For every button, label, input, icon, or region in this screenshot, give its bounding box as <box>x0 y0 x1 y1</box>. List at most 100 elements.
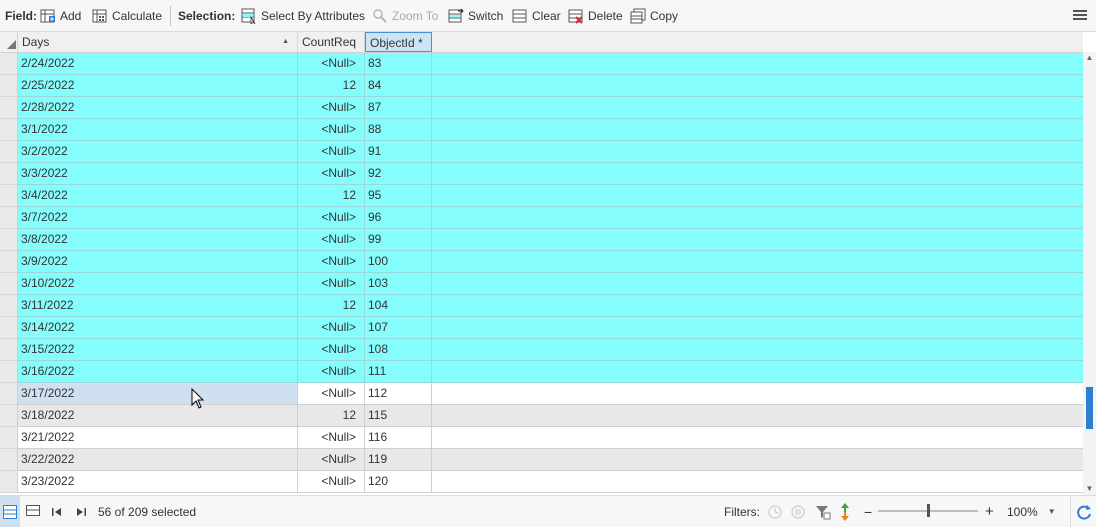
scrollbar-thumb[interactable] <box>1086 387 1093 429</box>
cell-objectid[interactable]: 116 <box>365 427 432 449</box>
row-selector[interactable] <box>0 75 18 97</box>
cell-countreq[interactable]: <Null> <box>298 251 365 273</box>
cell-countreq[interactable]: 12 <box>298 185 365 207</box>
cell-days[interactable]: 3/15/2022 <box>18 339 298 361</box>
cell-objectid[interactable]: 83 <box>365 53 432 75</box>
cell-days[interactable]: 2/24/2022 <box>18 53 298 75</box>
definition-filter-button[interactable] <box>815 496 831 527</box>
last-record-button[interactable] <box>76 496 86 527</box>
cell-objectid[interactable]: 92 <box>365 163 432 185</box>
row-selector[interactable] <box>0 53 18 75</box>
cell-days[interactable]: 3/2/2022 <box>18 141 298 163</box>
time-filter-button[interactable] <box>768 496 782 527</box>
table-row[interactable]: 3/8/2022 <Null> 99 <box>0 229 1083 251</box>
cell-empty[interactable] <box>432 141 1083 163</box>
zoom-level-select[interactable]: 100% ▼ <box>1007 496 1056 527</box>
cell-objectid[interactable]: 104 <box>365 295 432 317</box>
cell-countreq[interactable]: <Null> <box>298 53 365 75</box>
cell-empty[interactable] <box>432 163 1083 185</box>
cell-objectid[interactable]: 111 <box>365 361 432 383</box>
cell-countreq[interactable]: <Null> <box>298 97 365 119</box>
delete-button[interactable]: Delete <box>568 0 623 32</box>
cell-empty[interactable] <box>432 229 1083 251</box>
column-header-objectid[interactable]: ObjectId * <box>365 32 432 52</box>
cell-days[interactable]: 3/7/2022 <box>18 207 298 229</box>
cell-empty[interactable] <box>432 273 1083 295</box>
cell-countreq[interactable]: <Null> <box>298 339 365 361</box>
cell-countreq[interactable]: 12 <box>298 295 365 317</box>
cell-days[interactable]: 3/16/2022 <box>18 361 298 383</box>
row-selector[interactable] <box>0 295 18 317</box>
cell-objectid[interactable]: 87 <box>365 97 432 119</box>
cell-days[interactable]: 3/17/2022 <box>18 383 298 405</box>
cell-days[interactable]: 3/10/2022 <box>18 273 298 295</box>
cell-countreq[interactable]: <Null> <box>298 163 365 185</box>
cell-countreq[interactable]: <Null> <box>298 119 365 141</box>
table-row[interactable]: 2/24/2022 <Null> 83 <box>0 53 1083 75</box>
cell-empty[interactable] <box>432 119 1083 141</box>
cell-empty[interactable] <box>432 185 1083 207</box>
table-row[interactable]: 3/4/2022 12 95 <box>0 185 1083 207</box>
cell-days[interactable]: 3/18/2022 <box>18 405 298 427</box>
cell-countreq[interactable]: <Null> <box>298 427 365 449</box>
row-selector[interactable] <box>0 471 18 493</box>
cell-objectid[interactable]: 119 <box>365 449 432 471</box>
cell-countreq[interactable]: <Null> <box>298 317 365 339</box>
selected-records-view-button[interactable] <box>26 496 40 527</box>
cell-objectid[interactable]: 91 <box>365 141 432 163</box>
table-row[interactable]: 3/23/2022 <Null> 120 <box>0 471 1083 493</box>
cell-empty[interactable] <box>432 75 1083 97</box>
cell-days[interactable]: 3/11/2022 <box>18 295 298 317</box>
table-row[interactable]: 3/11/2022 12 104 <box>0 295 1083 317</box>
cell-countreq[interactable]: <Null> <box>298 361 365 383</box>
cell-days[interactable]: 3/9/2022 <box>18 251 298 273</box>
cell-countreq[interactable]: <Null> <box>298 207 365 229</box>
column-header-days[interactable]: Days ▲ <box>18 32 298 52</box>
table-row[interactable]: 2/28/2022 <Null> 87 <box>0 97 1083 119</box>
row-selector[interactable] <box>0 119 18 141</box>
cell-days[interactable]: 3/1/2022 <box>18 119 298 141</box>
switch-selection-button[interactable]: Switch <box>448 0 503 32</box>
cell-empty[interactable] <box>432 405 1083 427</box>
table-row[interactable]: 3/15/2022 <Null> 108 <box>0 339 1083 361</box>
cell-empty[interactable] <box>432 427 1083 449</box>
table-row[interactable]: 3/9/2022 <Null> 100 <box>0 251 1083 273</box>
cell-objectid[interactable]: 108 <box>365 339 432 361</box>
cell-objectid[interactable]: 95 <box>365 185 432 207</box>
cell-days[interactable]: 3/8/2022 <box>18 229 298 251</box>
column-header-countreq[interactable]: CountReq <box>298 32 365 52</box>
row-selector[interactable] <box>0 427 18 449</box>
first-record-button[interactable] <box>52 496 62 527</box>
row-selector[interactable] <box>0 361 18 383</box>
filter-toggle-button[interactable] <box>839 496 851 527</box>
cell-empty[interactable] <box>432 383 1083 405</box>
row-selector[interactable] <box>0 449 18 471</box>
table-row[interactable]: 3/2/2022 <Null> 91 <box>0 141 1083 163</box>
row-selector[interactable] <box>0 317 18 339</box>
row-selector[interactable] <box>0 273 18 295</box>
scroll-up-icon[interactable]: ▲ <box>1085 53 1094 62</box>
table-row[interactable]: 3/3/2022 <Null> 92 <box>0 163 1083 185</box>
select-all-corner[interactable] <box>0 32 18 52</box>
cell-empty[interactable] <box>432 361 1083 383</box>
cell-days[interactable]: 3/21/2022 <box>18 427 298 449</box>
table-row[interactable]: 2/25/2022 12 84 <box>0 75 1083 97</box>
refresh-button[interactable] <box>1070 496 1096 527</box>
cell-empty[interactable] <box>432 97 1083 119</box>
cell-objectid[interactable]: 115 <box>365 405 432 427</box>
range-filter-button[interactable] <box>791 496 805 527</box>
cell-days[interactable]: 3/23/2022 <box>18 471 298 493</box>
cell-objectid[interactable]: 88 <box>365 119 432 141</box>
cell-objectid[interactable]: 112 <box>365 383 432 405</box>
row-selector[interactable] <box>0 141 18 163</box>
table-row[interactable]: 3/22/2022 <Null> 119 <box>0 449 1083 471</box>
cell-empty[interactable] <box>432 207 1083 229</box>
table-row[interactable]: 3/18/2022 12 115 <box>0 405 1083 427</box>
cell-empty[interactable] <box>432 339 1083 361</box>
table-row[interactable]: 3/16/2022 <Null> 111 <box>0 361 1083 383</box>
cell-empty[interactable] <box>432 317 1083 339</box>
cell-days[interactable]: 2/28/2022 <box>18 97 298 119</box>
cell-objectid[interactable]: 99 <box>365 229 432 251</box>
table-row[interactable]: 3/21/2022 <Null> 116 <box>0 427 1083 449</box>
zoom-out-button[interactable]: − <box>864 496 872 527</box>
